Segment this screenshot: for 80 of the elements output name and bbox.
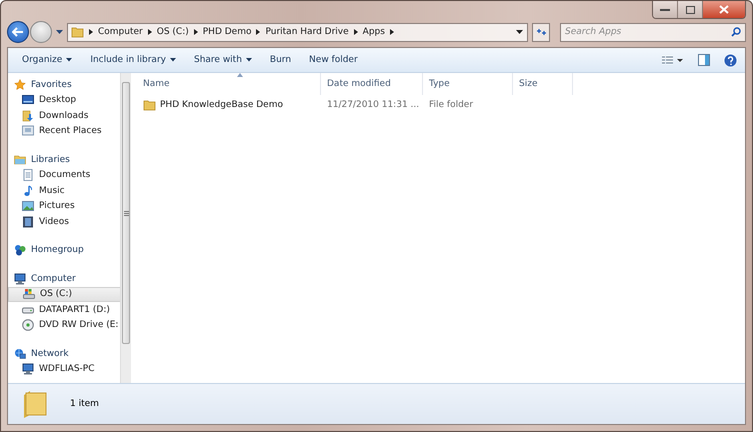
nav-item[interactable]: OS (C:) [8, 286, 120, 302]
column-header[interactable]: Size [513, 73, 573, 95]
scrollbar[interactable] [120, 73, 131, 383]
caret-icon [170, 58, 176, 62]
nav-item[interactable]: DATAPART1 (D:) [8, 302, 120, 318]
computer-icon [14, 272, 26, 285]
disc-icon [22, 319, 34, 332]
close-button[interactable] [703, 1, 745, 18]
nav-item[interactable]: Downloads [8, 108, 120, 124]
nav-item[interactable]: Documents [8, 168, 120, 183]
file-name[interactable]: PHD KnowledgeBase Demo [143, 99, 283, 111]
nav-item[interactable]: Pictures [8, 198, 120, 214]
left-arrow-icon [12, 27, 24, 37]
column-header[interactable]: Date modified [321, 73, 423, 95]
toolbar-button[interactable]: Share with [186, 52, 260, 68]
window-icon [22, 125, 34, 138]
breadcrumb[interactable]: PHD Demo [202, 27, 252, 37]
back-button[interactable] [7, 21, 29, 43]
downloads-icon [22, 110, 34, 122]
computer-icon [22, 363, 34, 376]
chevron-icon[interactable] [390, 29, 394, 35]
close-icon [719, 5, 729, 14]
chevron-icon[interactable] [256, 29, 260, 35]
breadcrumb[interactable]: Apps [362, 27, 385, 37]
nav-item[interactable]: Recent Places [8, 124, 120, 139]
column-header[interactable]: Type [423, 73, 513, 95]
search-field[interactable]: Search Apps [560, 22, 746, 42]
chevron-icon[interactable] [354, 29, 358, 35]
table-cell: 11/27/2010 11:31 ... [327, 100, 420, 110]
network-icon [14, 348, 26, 360]
address-bar[interactable]: Computer OS (C:) PHD Demo Puritan Hard Drive Apps [67, 22, 528, 42]
document-icon [22, 169, 34, 182]
chevron-icon[interactable] [194, 29, 198, 35]
table-cell: File folder [429, 100, 474, 110]
breadcrumb[interactable]: OS (C:) [156, 27, 189, 37]
breadcrumb[interactable]: Puritan Hard Drive [265, 27, 349, 37]
toolbar-button[interactable]: New folder [301, 52, 366, 68]
item-count: 1 item [70, 399, 99, 409]
nav-section[interactable]: Libraries [14, 152, 120, 168]
nav-item[interactable]: Music [8, 183, 120, 198]
caret-icon[interactable] [516, 30, 523, 34]
music-note-icon [22, 184, 34, 197]
refresh-icon [536, 27, 546, 37]
folder-icon [143, 99, 156, 111]
homegroup-icon [14, 244, 26, 256]
help-icon[interactable] [724, 54, 737, 66]
toolbar-button[interactable]: Organize [14, 52, 80, 68]
nav-section[interactable]: Homegroup [14, 242, 120, 258]
toolbar-button[interactable]: Include in library [82, 52, 184, 68]
folder-icon [71, 26, 84, 38]
film-icon [22, 216, 34, 228]
chevron-icon[interactable] [89, 29, 93, 35]
nav-item[interactable]: Desktop [8, 92, 120, 108]
desktop-icon [22, 94, 34, 106]
drive-icon [23, 288, 35, 300]
picture-icon [22, 200, 34, 212]
star-icon [14, 78, 26, 91]
nav-section[interactable]: Network [14, 346, 120, 362]
minimize-icon [660, 8, 670, 12]
caret-icon [246, 58, 252, 62]
library-icon [14, 154, 26, 166]
nav-item[interactable]: Videos [8, 214, 120, 230]
breadcrumb[interactable]: Computer [98, 27, 143, 37]
nav-item[interactable]: WDFLIAS-PC [8, 362, 120, 377]
nav-section[interactable]: Favorites [14, 77, 120, 92]
chevron-icon[interactable] [148, 29, 152, 35]
caret-icon [66, 58, 72, 62]
sort-arrow-icon [237, 73, 243, 77]
nav-section[interactable]: Computer [14, 271, 120, 286]
minimize-button[interactable] [653, 1, 678, 18]
grip-icon [124, 210, 128, 216]
search-icon [731, 26, 741, 36]
nav-item[interactable]: DVD RW Drive (E: [8, 318, 120, 333]
maximize-button[interactable] [678, 1, 703, 18]
maximize-icon [686, 6, 694, 14]
toolbar-button[interactable]: Burn [262, 52, 300, 68]
preview-pane-icon[interactable] [698, 54, 710, 66]
folder-icon [22, 389, 48, 419]
view-options-icon[interactable] [662, 56, 684, 64]
refresh-button[interactable] [532, 22, 550, 42]
